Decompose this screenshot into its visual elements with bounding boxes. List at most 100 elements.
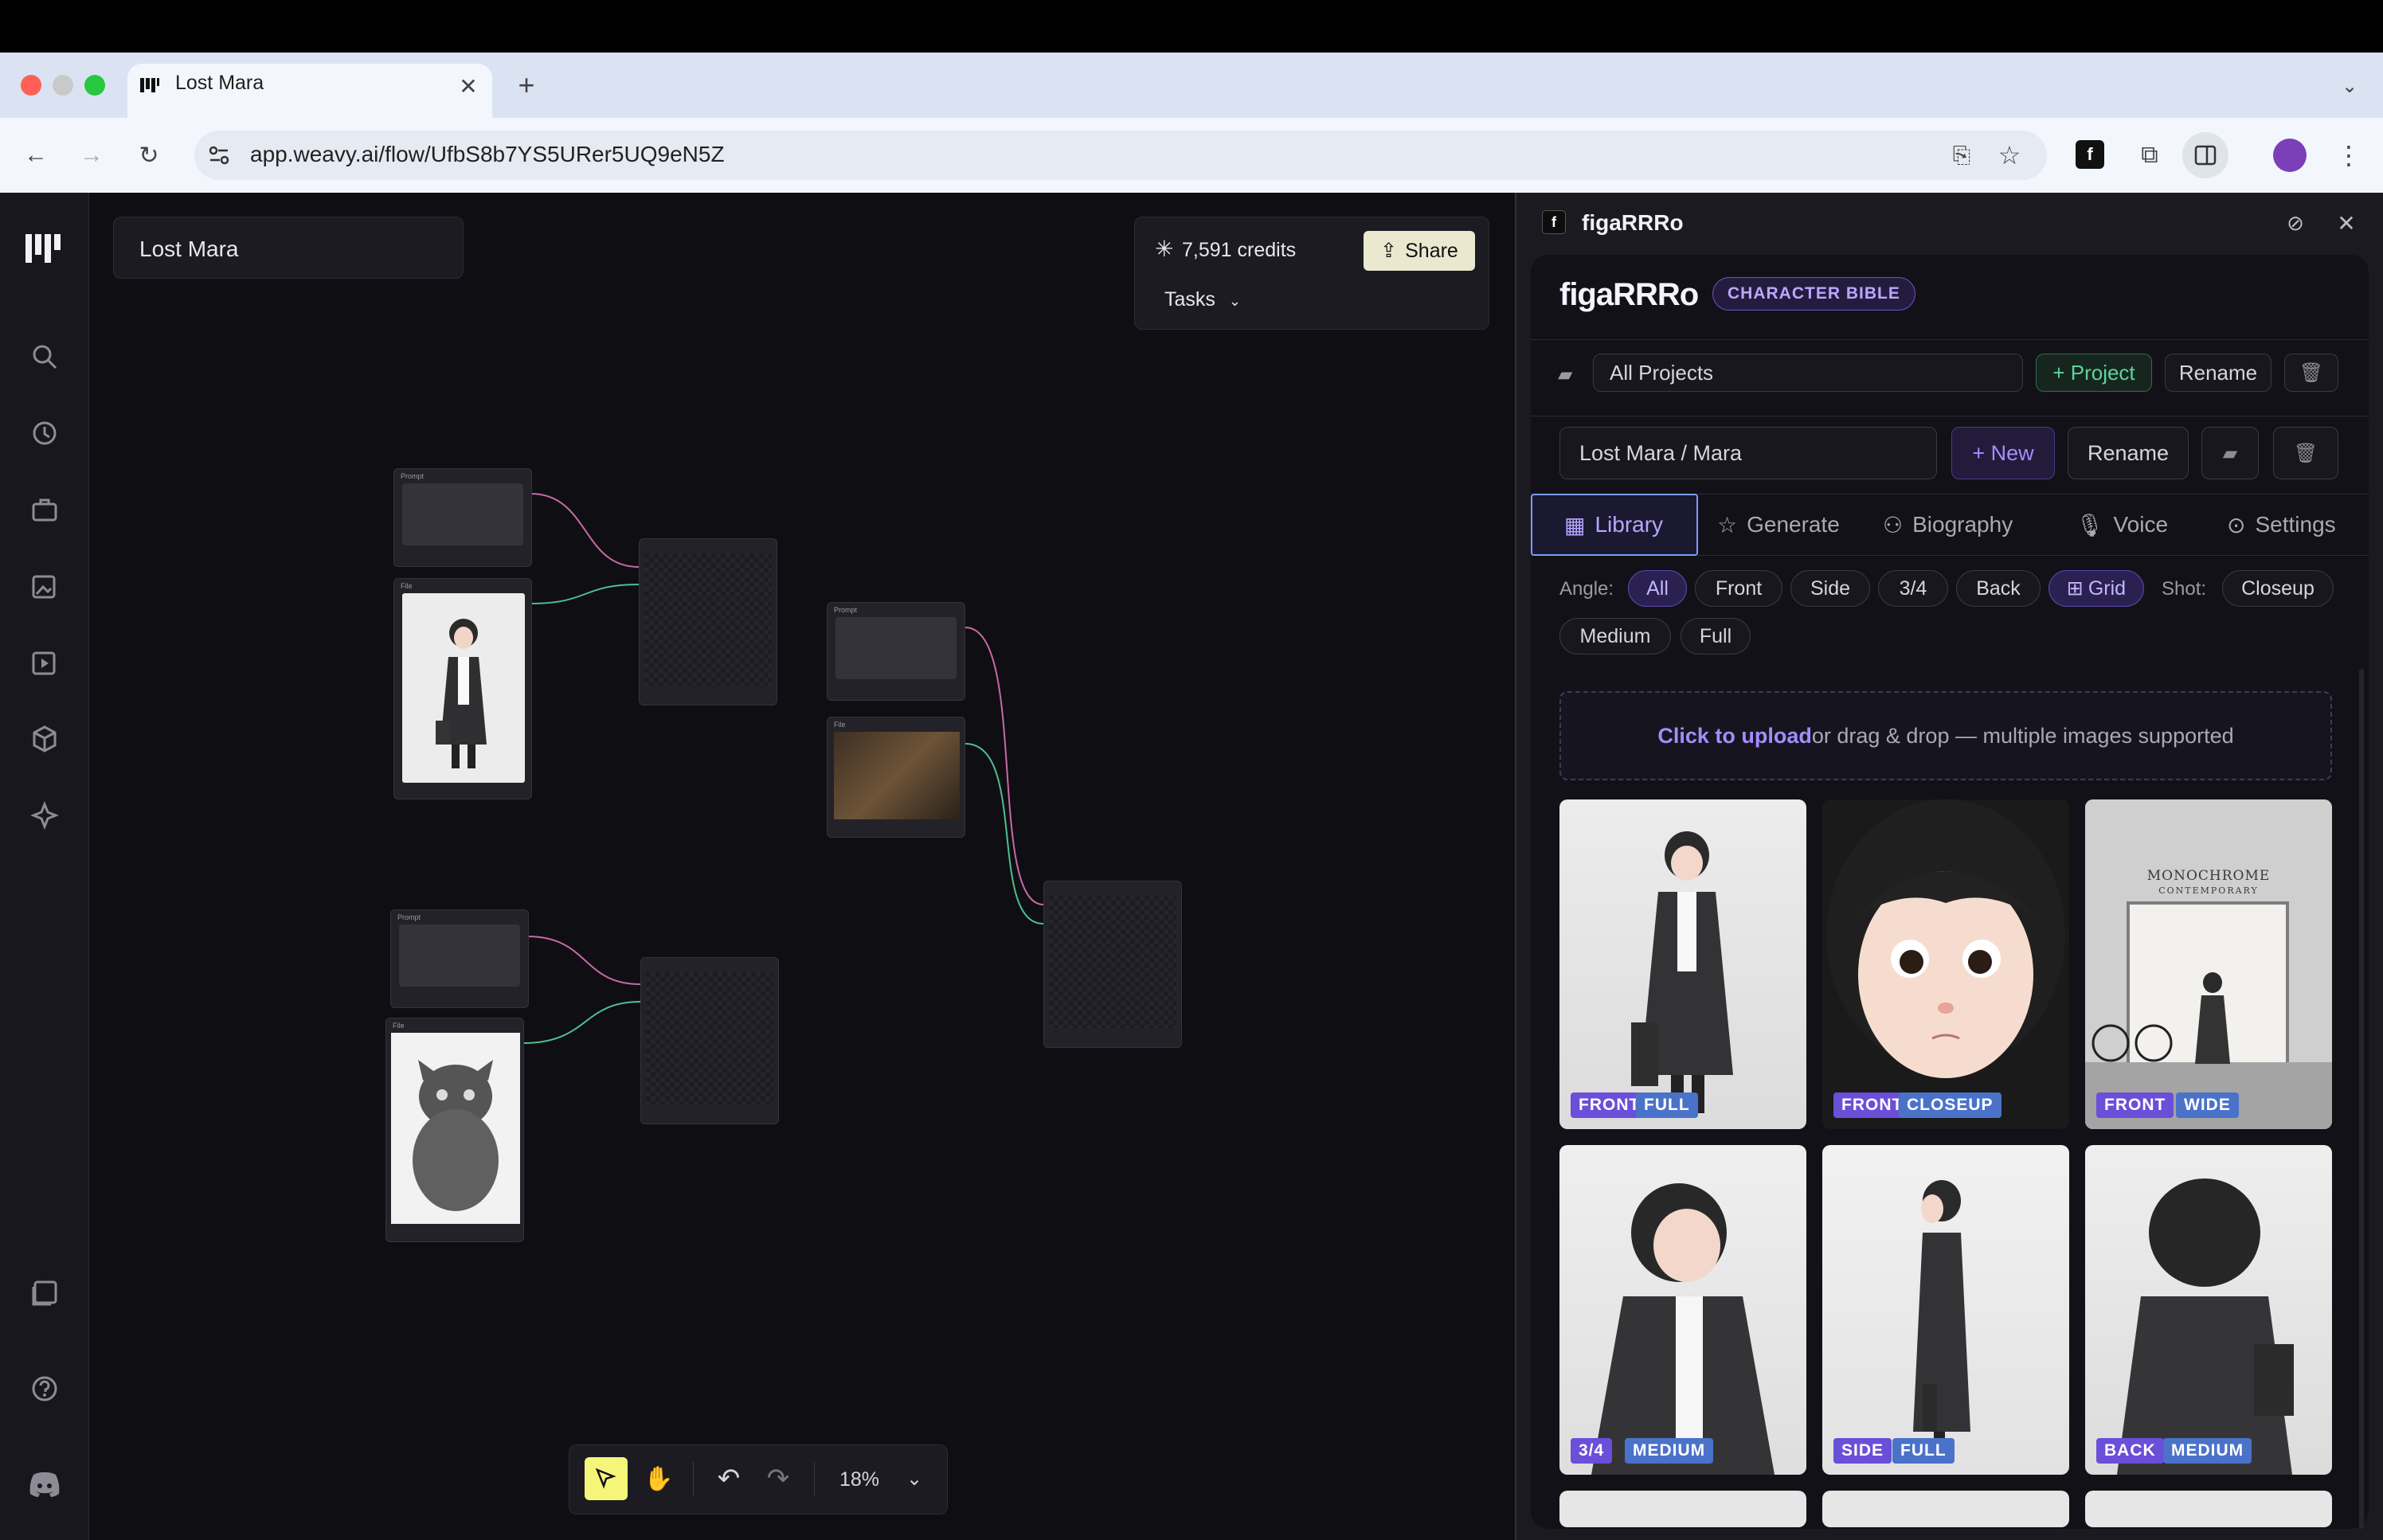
- tab-search-chevron-icon[interactable]: ⌄: [2334, 70, 2365, 102]
- character-select[interactable]: Lost Mara / Mara: [1559, 427, 1937, 479]
- add-project-button[interactable]: + Project: [2036, 354, 2152, 392]
- shot-filter-full[interactable]: Full: [1681, 618, 1751, 655]
- thumbnail-front-wide[interactable]: MONOCHROME CONTEMPORARY FRONT WIDE: [2085, 799, 2332, 1129]
- tab-generate[interactable]: ☆ Generate: [1717, 494, 1840, 556]
- angle-filter-three-quarter[interactable]: 3/4: [1878, 570, 1948, 607]
- thumbnail-front-closeup[interactable]: FRONT CLOSEUP: [1822, 799, 2069, 1129]
- person-icon: ⚇: [1883, 512, 1904, 537]
- node-label: File: [834, 721, 846, 729]
- install-app-icon[interactable]: ⎘: [1943, 137, 1980, 174]
- thumbnail-partial[interactable]: [2085, 1491, 2332, 1527]
- zoom-chevron-down-icon[interactable]: ⌄: [898, 1460, 930, 1497]
- pin-icon[interactable]: ⊘: [2279, 207, 2311, 239]
- character-bible-badge: CHARACTER BIBLE: [1712, 277, 1915, 311]
- project-select[interactable]: All Projects: [1593, 354, 2023, 392]
- panel-scrollbar[interactable]: [2359, 669, 2364, 1529]
- shot-filter-closeup[interactable]: Closeup: [2222, 570, 2334, 607]
- prompt-text-area[interactable]: [399, 924, 520, 987]
- angle-tag: BACK: [2096, 1438, 2164, 1464]
- shot-tag: WIDE: [2176, 1092, 2239, 1118]
- divider: [1531, 339, 2369, 340]
- shot-tag: FULL: [1636, 1092, 1698, 1118]
- shot-tag: MEDIUM: [2163, 1438, 2252, 1464]
- tab-biography[interactable]: ⚇ Biography: [1883, 494, 2013, 556]
- shot-label: Shot:: [2162, 578, 2207, 600]
- select-tool-icon[interactable]: [585, 1457, 628, 1500]
- redo-icon[interactable]: ↷: [757, 1457, 800, 1500]
- browser-menu-kebab-icon[interactable]: ⋮: [2330, 137, 2367, 174]
- output-preview-area: [644, 553, 772, 686]
- flux-model-node[interactable]: [640, 957, 779, 1124]
- shot-tag: FULL: [1892, 1438, 1955, 1464]
- output-preview-area: [646, 972, 773, 1104]
- mara-side-full-art: [1913, 1180, 1970, 1464]
- tab-voice[interactable]: 🎙 Voice: [2076, 494, 2168, 556]
- mara-three-quarter-art: [1591, 1183, 1775, 1475]
- thumbnail-side-full[interactable]: SIDE FULL: [1822, 1145, 2069, 1475]
- mara-front-full-art: [1631, 831, 1733, 1113]
- angle-tag: FRONT: [2096, 1092, 2174, 1118]
- upload-link[interactable]: Click to upload: [1657, 724, 1812, 749]
- flux-model-node[interactable]: [1043, 881, 1182, 1048]
- new-character-button[interactable]: + New: [1951, 427, 2055, 479]
- tab-settings[interactable]: ⊙ Settings: [2227, 494, 2336, 556]
- file-node[interactable]: File: [393, 578, 532, 799]
- figarrro-favicon-icon: f: [1542, 210, 1566, 234]
- angle-filter-all[interactable]: All: [1628, 570, 1687, 607]
- node-label: File: [401, 582, 413, 590]
- star-icon: ☆: [1717, 512, 1738, 537]
- delete-project-trash-icon[interactable]: 🗑: [2284, 354, 2338, 392]
- profile-avatar[interactable]: [2273, 139, 2307, 172]
- mara-full-image: [402, 593, 525, 783]
- side-panel-toggle-icon[interactable]: [2182, 132, 2228, 178]
- angle-filter-front[interactable]: Front: [1695, 570, 1782, 607]
- grid-small-icon: ⊞: [2066, 577, 2084, 600]
- mara-back-medium-art: [2117, 1178, 2294, 1475]
- library-scene-image: [834, 732, 960, 819]
- angle-tag: SIDE: [1833, 1438, 1892, 1464]
- toolbar-divider: [693, 1462, 694, 1495]
- thumbnail-back-medium[interactable]: BACK MEDIUM: [2085, 1145, 2332, 1475]
- zoom-level[interactable]: 18%: [839, 1468, 879, 1491]
- settings-icon: ⊙: [2227, 512, 2246, 537]
- gallery-sign-subtitle: CONTEMPORARY: [2158, 885, 2259, 896]
- flux-model-node[interactable]: [639, 538, 777, 706]
- creature-image: [391, 1033, 520, 1224]
- upload-dropzone[interactable]: Click to upload or drag & drop — multipl…: [1559, 691, 2332, 780]
- angle-label: Angle:: [1559, 578, 1614, 600]
- thumbnail-partial[interactable]: [1559, 1491, 1806, 1527]
- grid-view-toggle[interactable]: ⊞ Grid: [2048, 570, 2144, 607]
- extensions-puzzle-icon[interactable]: ⧉: [2131, 137, 2168, 174]
- shot-tag: CLOSEUP: [1899, 1092, 2001, 1118]
- thumbnail-partial[interactable]: [1822, 1491, 2069, 1527]
- mara-closeup-art: [1826, 799, 2065, 1078]
- shot-filter-medium[interactable]: Medium: [1559, 618, 1671, 655]
- brand-logo: figaRRRo: [1559, 277, 1699, 312]
- prompt-text-area[interactable]: [402, 483, 523, 545]
- prompt-node[interactable]: Prompt: [390, 909, 529, 1008]
- tab-library-label[interactable]: ▦ Library: [1564, 494, 1663, 556]
- character-folder-icon[interactable]: ▰: [2201, 427, 2259, 479]
- thumbnail-three-quarter-medium[interactable]: 3/4 MEDIUM: [1559, 1145, 1806, 1475]
- rename-project-button[interactable]: Rename: [2165, 354, 2271, 392]
- file-node[interactable]: File: [827, 717, 965, 838]
- grid-icon: ▦: [1564, 512, 1586, 537]
- hand-tool-icon[interactable]: ✋: [637, 1457, 680, 1500]
- angle-filter-side[interactable]: Side: [1790, 570, 1870, 607]
- file-node[interactable]: File: [385, 1018, 524, 1242]
- undo-icon[interactable]: ↶: [707, 1457, 750, 1500]
- delete-character-trash-icon[interactable]: 🗑: [2273, 427, 2338, 479]
- figarrro-extension-icon[interactable]: f: [2076, 140, 2104, 169]
- prompt-node[interactable]: Prompt: [393, 468, 532, 567]
- close-panel-icon[interactable]: ✕: [2330, 207, 2362, 239]
- shot-tag: MEDIUM: [1625, 1438, 1714, 1464]
- angle-filter-back[interactable]: Back: [1956, 570, 2041, 607]
- prompt-node[interactable]: Prompt: [827, 602, 965, 701]
- bookmark-star-icon[interactable]: ☆: [1991, 137, 2028, 174]
- upload-hint: or drag & drop — multiple images support…: [1811, 723, 2234, 748]
- prompt-text-area[interactable]: [835, 617, 957, 679]
- toolbar-divider: [814, 1462, 815, 1495]
- thumbnail-front-full[interactable]: FRONT FULL: [1559, 799, 1806, 1129]
- rename-character-button[interactable]: Rename: [2068, 427, 2189, 479]
- node-label: File: [393, 1022, 405, 1030]
